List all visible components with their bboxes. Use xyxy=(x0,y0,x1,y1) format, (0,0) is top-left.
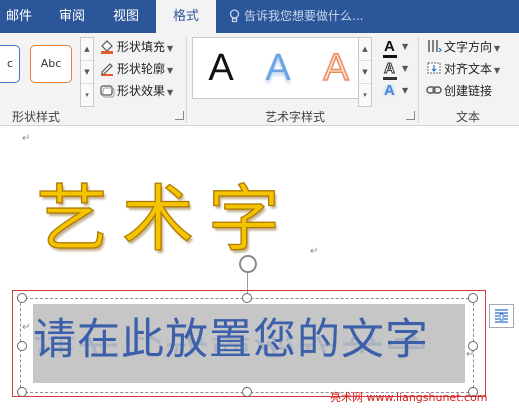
pen-icon xyxy=(101,63,113,76)
resize-handle-top-left[interactable] xyxy=(17,293,27,303)
wordart-styles-launcher-icon[interactable] xyxy=(406,111,415,120)
group-divider xyxy=(418,37,419,123)
resize-handle-right[interactable] xyxy=(468,341,478,351)
text-fill-icon: A xyxy=(384,38,395,55)
document-canvas[interactable]: ↵ 艺术字 ↵ 请在此放置您的文字 请在此放置您的文字 ↵ ↵ 亮术网 www.… xyxy=(0,127,519,415)
tab-review[interactable]: 审阅 xyxy=(50,0,94,33)
shape-fill-button[interactable]: 形状填充 ▼ xyxy=(99,37,173,57)
scroll-up-icon[interactable]: ▲ xyxy=(81,38,93,61)
text-direction-icon xyxy=(428,40,442,53)
tell-me-text: 告诉我您想要做什么... xyxy=(244,9,364,23)
wordart-gallery-scroll[interactable]: ▲ ▼ ▾ xyxy=(358,37,372,107)
text-effects-icon: A xyxy=(384,82,395,99)
shape-styles-gallery-scroll[interactable]: ▲ ▼ ▾ xyxy=(80,37,94,107)
text-fill-button[interactable]: A ▼ xyxy=(382,38,412,58)
paragraph-mark: ↵ xyxy=(22,322,31,333)
shape-effects-icon xyxy=(100,85,115,98)
ribbon: c Abc ▲ ▼ ▾ 形状填充 ▼ 形状轮廓 ▼ 形状效果 ▼ 形状样式 A A A… xyxy=(0,33,519,126)
link-icon xyxy=(426,86,442,94)
layout-options-button[interactable] xyxy=(489,304,514,328)
shape-styles-group-label: 形状样式 xyxy=(12,110,61,124)
align-text-icon xyxy=(427,62,441,74)
wordart-style-black[interactable]: A xyxy=(196,44,246,92)
tell-me-search[interactable]: 告诉我您想要做什么... xyxy=(229,0,363,33)
wordart-style-orange-outline[interactable]: A xyxy=(311,44,361,92)
text-outline-icon: A xyxy=(384,60,396,78)
text-outline-button[interactable]: A ▼ xyxy=(382,60,412,80)
ribbon-tab-bar: 邮件 审阅 视图 格式 告诉我您想要做什么... xyxy=(0,0,519,34)
shape-outline-button[interactable]: 形状轮廓 ▼ xyxy=(99,59,173,79)
wordart-title[interactable]: 艺术字 xyxy=(35,174,294,264)
text-effects-button[interactable]: A ▼ xyxy=(382,82,412,102)
rotate-handle-icon[interactable] xyxy=(239,255,257,273)
resize-handle-left[interactable] xyxy=(17,341,27,351)
shape-effects-button[interactable]: 形状效果 ▼ xyxy=(99,81,173,101)
paragraph-mark: ↵ xyxy=(310,246,319,257)
align-text-button[interactable]: 对齐文本 ▼ xyxy=(426,59,500,79)
paragraph-mark: ↵ xyxy=(22,133,31,144)
paint-bucket-icon xyxy=(101,40,113,54)
resize-handle-top[interactable] xyxy=(242,293,252,303)
layout-options-icon xyxy=(495,309,508,323)
resize-handle-bottom-left[interactable] xyxy=(17,387,27,397)
wordart-styles-gallery: A A A xyxy=(192,37,372,99)
resize-handle-bottom[interactable] xyxy=(242,387,252,397)
scroll-down-icon[interactable]: ▼ xyxy=(81,61,93,84)
shape-style-preview-blue[interactable]: c xyxy=(0,45,20,83)
shape-styles-launcher-icon[interactable] xyxy=(175,111,184,120)
tab-view[interactable]: 视图 xyxy=(104,0,148,33)
gallery-more-icon[interactable]: ▾ xyxy=(359,84,371,107)
lightbulb-icon xyxy=(229,9,240,23)
wordart-styles-group-label: 艺术字样式 xyxy=(265,110,326,124)
scroll-up-icon[interactable]: ▲ xyxy=(359,38,371,61)
create-link-button[interactable]: 创建链接 xyxy=(426,81,492,101)
site-watermark: 亮术网 www.liangshunet.com xyxy=(330,391,488,404)
gallery-more-icon[interactable]: ▾ xyxy=(81,84,93,107)
shape-style-preview-orange[interactable]: Abc xyxy=(30,45,72,83)
group-divider xyxy=(186,37,187,123)
wordart-style-blue[interactable]: A xyxy=(253,44,303,92)
text-direction-button[interactable]: 文字方向 ▼ xyxy=(426,37,500,57)
text-group-label: 文本 xyxy=(456,110,481,124)
textbox-text[interactable]: 请在此放置您的文字 xyxy=(33,312,429,368)
tab-format[interactable]: 格式 xyxy=(156,0,216,34)
tab-mailings[interactable]: 邮件 xyxy=(0,0,38,33)
scroll-down-icon[interactable]: ▼ xyxy=(359,61,371,84)
resize-handle-top-right[interactable] xyxy=(468,293,478,303)
